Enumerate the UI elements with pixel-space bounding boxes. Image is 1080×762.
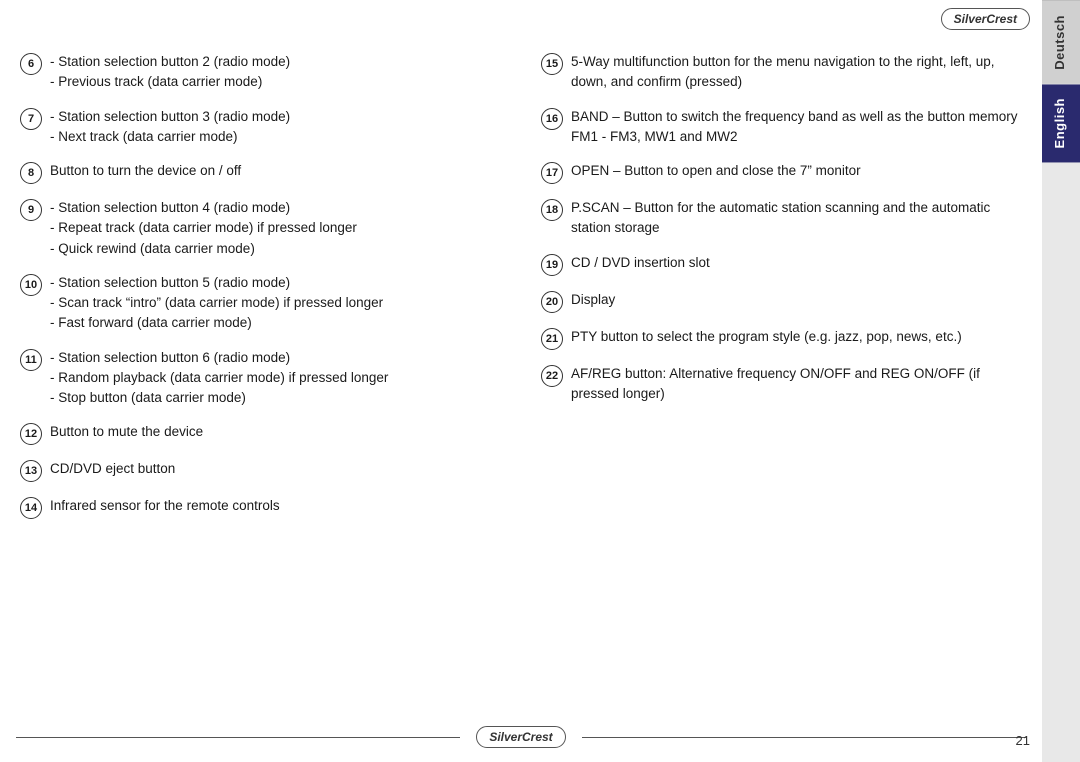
footer: SilverCrest bbox=[0, 726, 1042, 748]
list-item: 7 - Station selection button 3 (radio mo… bbox=[20, 107, 501, 148]
item-text-14: Infrared sensor for the remote controls bbox=[50, 496, 501, 516]
item-number-18: 18 bbox=[541, 199, 563, 221]
item-number-11: 11 bbox=[20, 349, 42, 371]
item-number-8: 8 bbox=[20, 162, 42, 184]
list-item: 11 - Station selection button 6 (radio m… bbox=[20, 348, 501, 409]
item-number-22: 22 bbox=[541, 365, 563, 387]
item-number-19: 19 bbox=[541, 254, 563, 276]
item-text-19: CD / DVD insertion slot bbox=[571, 253, 1022, 273]
item-text-8: Button to turn the device on / off bbox=[50, 161, 501, 181]
list-item: 17 OPEN – Button to open and close the 7… bbox=[541, 161, 1022, 184]
left-column: 6 - Station selection button 2 (radio mo… bbox=[20, 52, 511, 533]
list-item: 15 5-Way multifunction button for the me… bbox=[541, 52, 1022, 93]
list-item: 21 PTY button to select the program styl… bbox=[541, 327, 1022, 350]
item-number-13: 13 bbox=[20, 460, 42, 482]
item-number-9: 9 bbox=[20, 199, 42, 221]
item-text-7: - Station selection button 3 (radio mode… bbox=[50, 107, 501, 148]
list-item: 6 - Station selection button 2 (radio mo… bbox=[20, 52, 501, 93]
item-text-21: PTY button to select the program style (… bbox=[571, 327, 1022, 347]
item-text-13: CD/DVD eject button bbox=[50, 459, 501, 479]
item-text-11: - Station selection button 6 (radio mode… bbox=[50, 348, 501, 409]
item-text-20: Display bbox=[571, 290, 1022, 310]
list-item: 22 AF/REG button: Alternative frequency … bbox=[541, 364, 1022, 405]
item-text-18: P.SCAN – Button for the automatic statio… bbox=[571, 198, 1022, 239]
item-number-7: 7 bbox=[20, 108, 42, 130]
logo-bottom: SilverCrest bbox=[476, 726, 565, 748]
sidebar: Deutsch English bbox=[1042, 0, 1080, 762]
item-number-10: 10 bbox=[20, 274, 42, 296]
item-number-17: 17 bbox=[541, 162, 563, 184]
item-number-21: 21 bbox=[541, 328, 563, 350]
item-text-6: - Station selection button 2 (radio mode… bbox=[50, 52, 501, 93]
item-text-10: - Station selection button 5 (radio mode… bbox=[50, 273, 501, 334]
main-content: 6 - Station selection button 2 (radio mo… bbox=[0, 0, 1042, 762]
right-column: 15 5-Way multifunction button for the me… bbox=[531, 52, 1022, 533]
page-wrapper: SilverCrest 6 - Station selection button… bbox=[0, 0, 1080, 762]
item-number-6: 6 bbox=[20, 53, 42, 75]
item-number-14: 14 bbox=[20, 497, 42, 519]
list-item: 14 Infrared sensor for the remote contro… bbox=[20, 496, 501, 519]
list-item: 18 P.SCAN – Button for the automatic sta… bbox=[541, 198, 1022, 239]
sidebar-tab-deutsch[interactable]: Deutsch bbox=[1042, 0, 1080, 84]
item-text-22: AF/REG button: Alternative frequency ON/… bbox=[571, 364, 1022, 405]
item-number-20: 20 bbox=[541, 291, 563, 313]
item-text-15: 5-Way multifunction button for the menu … bbox=[571, 52, 1022, 93]
list-item: 8 Button to turn the device on / off bbox=[20, 161, 501, 184]
page-number: 21 bbox=[1016, 733, 1030, 748]
item-number-12: 12 bbox=[20, 423, 42, 445]
sidebar-tab-english[interactable]: English bbox=[1042, 84, 1080, 162]
list-item: 12 Button to mute the device bbox=[20, 422, 501, 445]
list-item: 16 BAND – Button to switch the frequency… bbox=[541, 107, 1022, 148]
footer-line-left bbox=[16, 737, 460, 738]
list-item: 13 CD/DVD eject button bbox=[20, 459, 501, 482]
item-text-16: BAND – Button to switch the frequency ba… bbox=[571, 107, 1022, 148]
item-number-15: 15 bbox=[541, 53, 563, 75]
list-item: 10 - Station selection button 5 (radio m… bbox=[20, 273, 501, 334]
item-text-12: Button to mute the device bbox=[50, 422, 501, 442]
columns: 6 - Station selection button 2 (radio mo… bbox=[20, 52, 1022, 533]
item-text-17: OPEN – Button to open and close the 7” m… bbox=[571, 161, 1022, 181]
item-text-9: - Station selection button 4 (radio mode… bbox=[50, 198, 501, 259]
item-number-16: 16 bbox=[541, 108, 563, 130]
list-item: 19 CD / DVD insertion slot bbox=[541, 253, 1022, 276]
list-item: 9 - Station selection button 4 (radio mo… bbox=[20, 198, 501, 259]
list-item: 20 Display bbox=[541, 290, 1022, 313]
footer-line-right bbox=[582, 737, 1026, 738]
